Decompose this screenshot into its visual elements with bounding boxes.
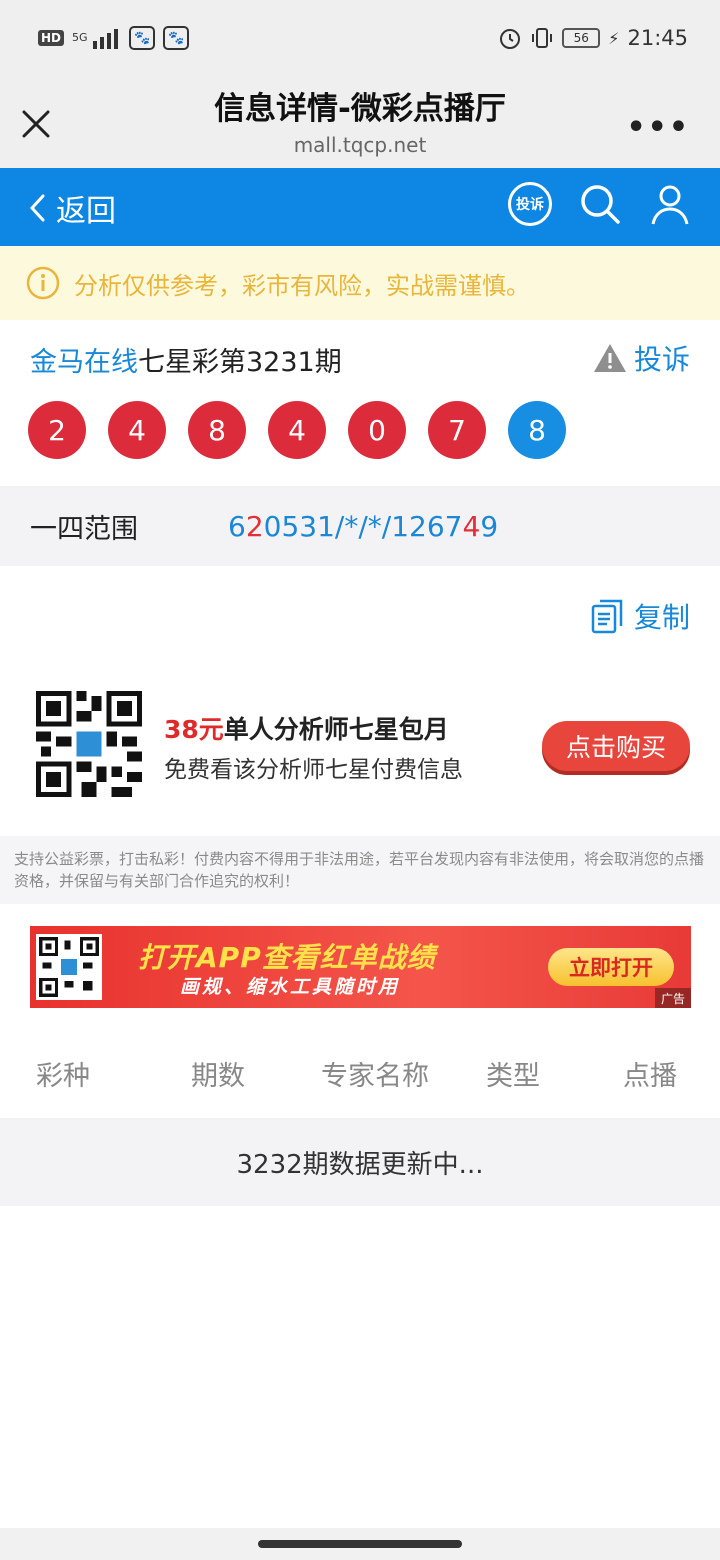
page-url: mall.tqcp.net	[293, 133, 427, 157]
column-header-issue: 期数	[191, 1060, 245, 1092]
user-icon[interactable]	[648, 182, 692, 226]
table-header: 彩种 期数 专家名称 类型 点播	[0, 1034, 720, 1112]
search-icon[interactable]	[578, 182, 622, 226]
range-row: 一四范围 620531/*/*/126749	[0, 486, 720, 566]
gesture-bar	[0, 1528, 720, 1560]
app-banner-ad[interactable]: 打开APP查看红单战绩 画规、缩水工具随时用 立即打开 广告	[30, 926, 691, 1008]
hd-badge: HD	[38, 30, 65, 46]
promo-subtitle: 免费看该分析师七星付费信息	[164, 757, 463, 783]
clock: 21:45	[627, 26, 688, 50]
vibrate-icon	[532, 28, 553, 48]
ball-5: 0	[348, 401, 406, 459]
ball-3: 8	[188, 401, 246, 459]
network-type: 5G	[72, 31, 88, 44]
lottery-source[interactable]: 金马在线	[30, 347, 138, 378]
status-bar: HD 5G 🐾 🐾 56 ⚡ 21:45	[0, 0, 720, 80]
column-header-type: 类型	[486, 1060, 540, 1092]
charging-icon: ⚡	[608, 28, 620, 48]
notice-text: 分析仅供参考，彩市有风险，实战需谨慎。	[74, 271, 530, 300]
copy-label: 复制	[633, 601, 690, 634]
copy-button[interactable]: 复制	[590, 596, 690, 636]
paw-app-icon: 🐾	[129, 26, 156, 50]
battery-icon: 56	[562, 28, 601, 48]
ball-2: 4	[108, 401, 166, 459]
lottery-title: 七星彩第3231期	[138, 347, 342, 378]
home-indicator[interactable]	[258, 1540, 462, 1548]
ball-7: 8	[508, 401, 566, 459]
complain-icon[interactable]: 投诉	[508, 182, 552, 226]
range-value: 620531/*/*/126749	[228, 509, 499, 543]
risk-notice: 分析仅供参考，彩市有风险，实战需谨慎。	[0, 246, 720, 320]
network-indicator: 5G	[72, 27, 121, 49]
banner-headline: 打开APP查看红单战绩	[138, 941, 436, 974]
qr-code-icon	[36, 691, 142, 797]
data-updating-row: 3232期数据更新中...	[0, 1118, 720, 1206]
report-label: 投诉	[633, 343, 690, 376]
warning-icon	[593, 344, 626, 372]
open-app-button[interactable]: 立即打开	[548, 948, 674, 986]
range-label: 一四范围	[30, 513, 138, 545]
promo-price: 38元	[164, 715, 224, 744]
page-title: 信息详情-微彩点播厅	[214, 91, 506, 127]
browser-title-bar: 信息详情-微彩点播厅 mall.tqcp.net •••	[0, 80, 720, 168]
buy-button[interactable]: 点击购买	[542, 721, 690, 771]
lottery-heading: 金马在线七星彩第3231期	[30, 340, 342, 379]
column-header-broadcast: 点播	[623, 1060, 677, 1092]
copy-icon	[591, 599, 623, 634]
signal-icon	[93, 29, 119, 49]
ball-1: 2	[28, 401, 86, 459]
back-button[interactable]: 返回	[28, 186, 116, 230]
promo-title: 38元单人分析师七星包月	[164, 715, 449, 744]
banner-qr-code-icon	[36, 934, 102, 1000]
nav-bar: 返回 投诉	[0, 168, 720, 246]
more-menu-button[interactable]: •••	[626, 110, 690, 145]
paw-app-icon-2: 🐾	[163, 26, 190, 50]
lottery-balls: 2 4 8 4 0 7 8	[28, 401, 566, 459]
back-label: 返回	[56, 194, 116, 229]
banner-subline: 画规、缩水工具随时用	[180, 976, 401, 998]
report-button[interactable]: 投诉	[592, 338, 690, 378]
info-icon	[26, 266, 60, 300]
disclaimer-text: 支持公益彩票，打击私彩！付费内容不得用于非法用途，若平台发现内容有非法使用，将会…	[0, 836, 720, 904]
chevron-left-icon	[29, 194, 45, 222]
close-icon[interactable]	[18, 106, 54, 142]
alarm-icon	[500, 29, 521, 49]
ball-4: 4	[268, 401, 326, 459]
column-header-expert-name: 专家名称	[321, 1060, 429, 1092]
ad-tag: 广告	[655, 988, 691, 1008]
ball-6: 7	[428, 401, 486, 459]
column-header-lottery-type: 彩种	[36, 1060, 90, 1092]
